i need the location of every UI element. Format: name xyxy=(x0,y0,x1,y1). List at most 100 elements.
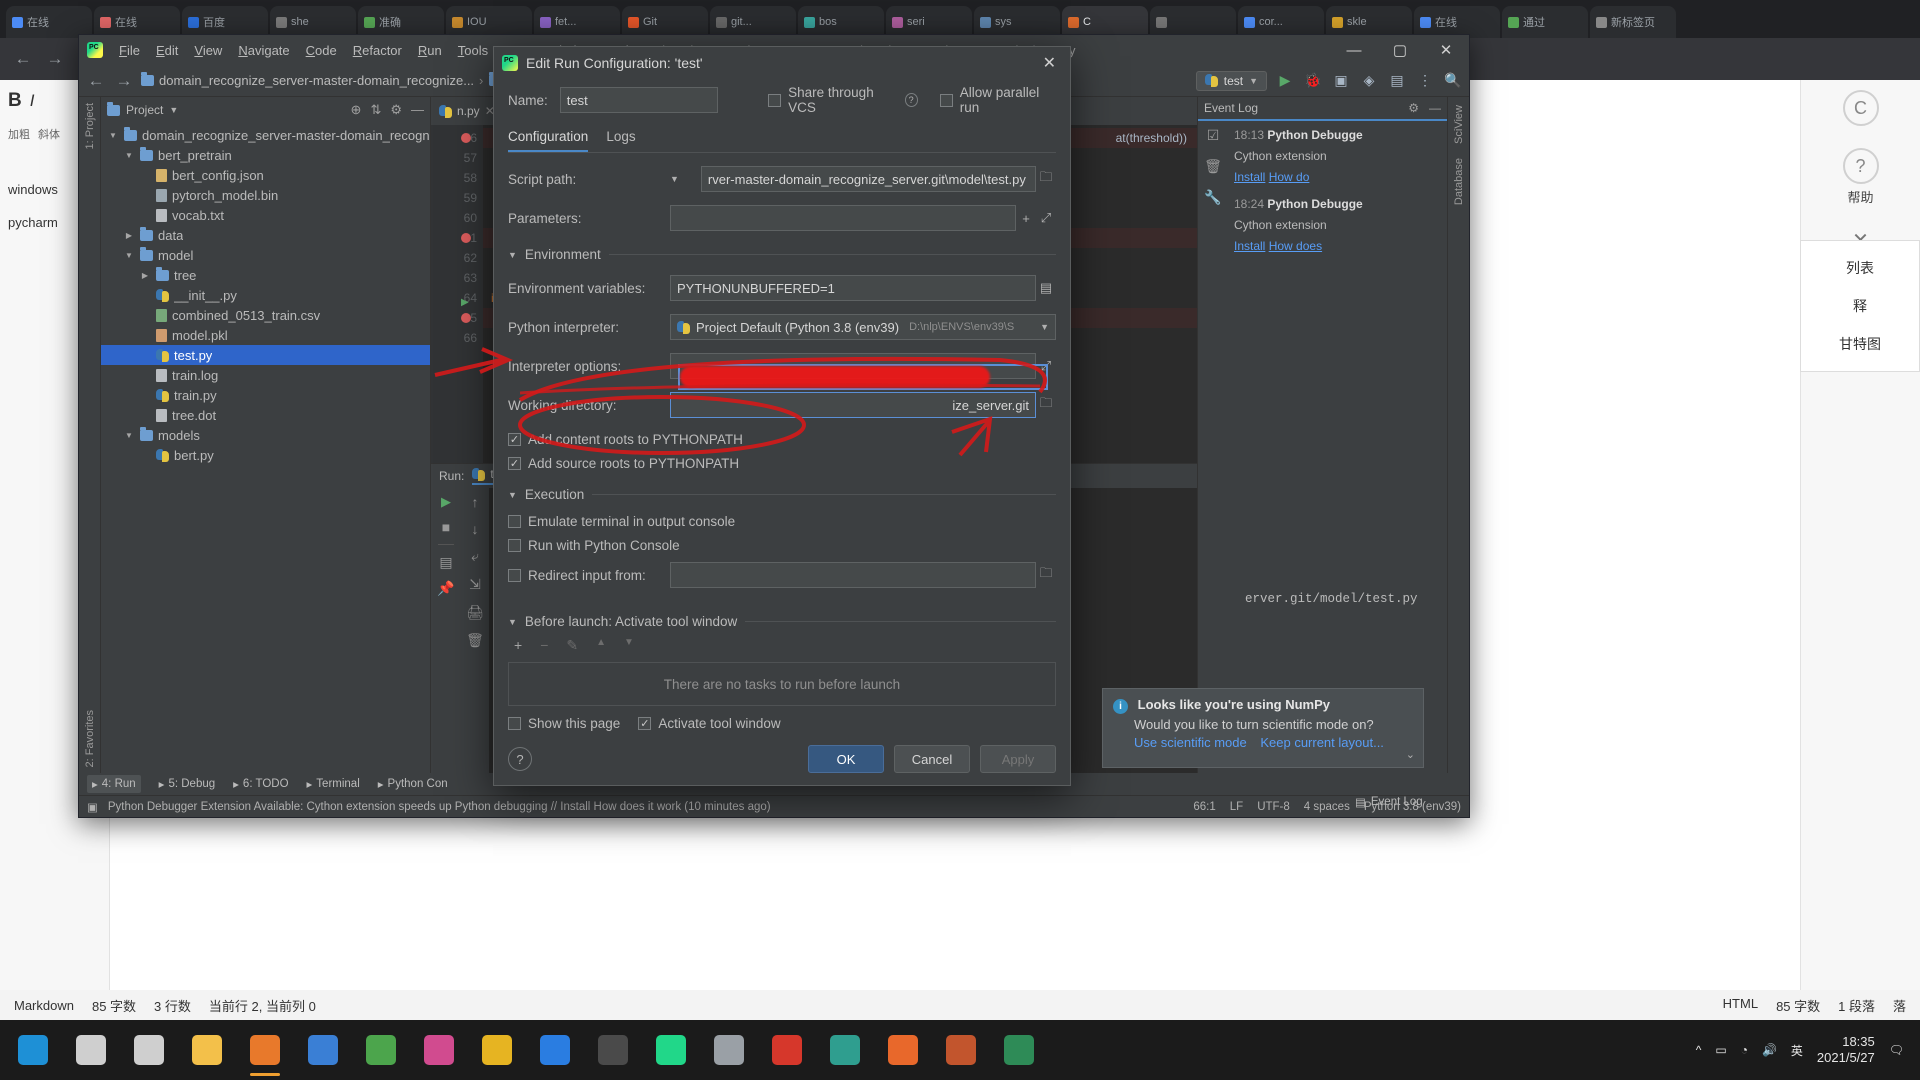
up-icon[interactable]: ↑ xyxy=(472,494,479,510)
tree-item[interactable]: combined_0513_train.csv xyxy=(101,305,430,325)
event-link[interactable]: Install xyxy=(1234,170,1265,184)
taskbar-app-teal[interactable] xyxy=(818,1022,872,1078)
back-icon[interactable]: ← xyxy=(12,49,34,69)
edit-env-icon[interactable]: ▤ xyxy=(1036,275,1056,301)
windows-taskbar[interactable]: ^ ▭ ◔ 🔊 英 18:35 2021/5/27 🗨 xyxy=(0,1020,1920,1080)
activate-tool-window-checkbox[interactable] xyxy=(638,717,651,730)
tree-collapse-icon[interactable]: ▶ xyxy=(123,231,135,240)
gutter-line[interactable]: 59 xyxy=(431,188,483,208)
line-separator[interactable]: LF xyxy=(1230,801,1243,813)
tool-window-button[interactable]: ▸6: TODO xyxy=(233,777,288,791)
tree-item[interactable]: ▼bert_pretrain xyxy=(101,145,430,165)
gutter-line[interactable]: 62 xyxy=(431,248,483,268)
taskbar-firefox[interactable] xyxy=(876,1022,930,1078)
taskbar-zip[interactable] xyxy=(992,1022,1046,1078)
menu-item-edit[interactable]: Edit xyxy=(148,40,186,61)
taskbar-items[interactable] xyxy=(6,1022,1046,1078)
chevron-down-icon[interactable]: ▼ xyxy=(508,617,517,627)
move-down-icon[interactable]: ▼ xyxy=(624,637,634,654)
share-vcs-checkbox[interactable] xyxy=(768,94,781,107)
cancel-button[interactable]: Cancel xyxy=(894,745,970,773)
stop-icon[interactable]: ▤ xyxy=(1387,72,1407,89)
run-actions-toolbar[interactable]: ▶ ■ ▤ 📌 xyxy=(431,488,461,773)
menu-item-tools[interactable]: Tools xyxy=(450,40,496,61)
move-up-icon[interactable]: ▲ xyxy=(596,637,606,654)
event-link[interactable]: Install xyxy=(1234,239,1265,253)
left-tool-strip[interactable]: 1: Project 2: Favorites xyxy=(79,97,101,773)
nav-forward-icon[interactable]: → xyxy=(113,71,135,91)
tool-window-button[interactable]: ▸5: Debug xyxy=(159,777,215,791)
indent-setting[interactable]: 4 spaces xyxy=(1304,801,1350,813)
add-source-roots-checkbox[interactable] xyxy=(508,457,521,470)
browser-tab[interactable]: 通过 xyxy=(1502,6,1588,38)
use-scientific-mode-link[interactable]: Use scientific mode xyxy=(1134,735,1247,750)
chevron-down-icon[interactable]: ▼ xyxy=(508,490,517,500)
sidebar-item-sciview[interactable]: SciView xyxy=(1453,105,1465,144)
tree-item[interactable]: ▼models xyxy=(101,425,430,445)
caret-position[interactable]: 66:1 xyxy=(1193,801,1215,813)
help-icon[interactable]: ? xyxy=(508,747,532,771)
insert-macro-icon[interactable]: + xyxy=(1016,205,1036,231)
taskbar-opera[interactable] xyxy=(760,1022,814,1078)
hide-icon[interactable]: — xyxy=(411,102,424,118)
tree-item[interactable]: ▼model xyxy=(101,245,430,265)
taskbar-search-button[interactable] xyxy=(64,1022,118,1078)
taskbar-app-yellow[interactable] xyxy=(470,1022,524,1078)
gutter-line[interactable]: 63 xyxy=(431,268,483,288)
navbar-actions[interactable]: test ▼ ▶ 🐞 ▣ ◈ ▤ ⋮ 🔍 xyxy=(1196,71,1463,91)
working-directory-input[interactable]: ize_server.git xyxy=(670,392,1036,418)
browse-folder-icon[interactable]: 🗀 xyxy=(1036,562,1056,588)
sidebar-item-favorites[interactable]: 2: Favorites xyxy=(84,710,96,767)
tree-item[interactable]: __init__.py xyxy=(101,285,430,305)
chevron-down-icon[interactable]: ⌄ xyxy=(1406,748,1415,761)
apply-button[interactable]: Apply xyxy=(980,745,1056,773)
gutter-line[interactable]: 56 xyxy=(431,128,483,148)
taskbar-chrome[interactable] xyxy=(354,1022,408,1078)
float-item-1[interactable]: 释 xyxy=(1805,287,1915,325)
tree-expand-icon[interactable]: ▼ xyxy=(123,251,135,260)
environment-section-header[interactable]: ▼ Environment xyxy=(508,247,1056,262)
maximize-button[interactable]: ▢ xyxy=(1377,35,1423,65)
gear-icon[interactable]: ⚙ xyxy=(390,102,402,118)
tree-item[interactable]: vocab.txt xyxy=(101,205,430,225)
float-item-0[interactable]: 列表 xyxy=(1805,249,1915,287)
gutter-line[interactable]: 61 xyxy=(431,228,483,248)
tree-item[interactable]: bert.py xyxy=(101,445,430,465)
working-directory-control[interactable]: ize_server.git 🗀 xyxy=(670,392,1056,418)
taskbar-taskview-button[interactable] xyxy=(122,1022,176,1078)
tool-window-button[interactable]: ▸Python Con xyxy=(378,777,448,791)
menu-item-navigate[interactable]: Navigate xyxy=(230,40,297,61)
print-icon[interactable]: 🖨 xyxy=(466,604,484,621)
tree-item[interactable]: test.py xyxy=(101,345,430,365)
browse-folder-icon[interactable]: 🗀 xyxy=(1036,392,1056,418)
parameters-control[interactable]: + ⤢ xyxy=(670,205,1056,231)
tree-item[interactable]: ▼domain_recognize_server-master-domain_r… xyxy=(101,125,430,145)
forward-icon[interactable]: → xyxy=(44,49,66,69)
taskbar-app-orange[interactable] xyxy=(238,1022,292,1078)
ime-language[interactable]: 英 xyxy=(1791,1042,1803,1059)
nav-back-icon[interactable]: ← xyxy=(85,71,107,91)
remove-task-icon[interactable]: − xyxy=(540,637,548,654)
gutter-line[interactable]: 64▶ xyxy=(431,288,483,308)
show-hidden-icons[interactable]: ^ xyxy=(1696,1043,1702,1057)
minimize-button[interactable]: — xyxy=(1331,35,1377,65)
chevron-down-icon[interactable]: ▼ xyxy=(508,250,517,260)
layout-icon[interactable]: ▤ xyxy=(439,554,452,571)
gutter-line[interactable]: 65 xyxy=(431,308,483,328)
rerun-icon[interactable]: ▶ xyxy=(441,494,451,510)
allow-parallel-checkbox[interactable] xyxy=(940,94,953,107)
menu-item-code[interactable]: Code xyxy=(298,40,345,61)
event-log-button[interactable]: ▤ Event Log xyxy=(1355,795,1423,809)
network-icon[interactable]: ◔ xyxy=(1741,1043,1748,1057)
add-task-icon[interactable]: + xyxy=(514,637,522,654)
before-launch-section-header[interactable]: ▼ Before launch: Activate tool window xyxy=(508,614,1056,629)
project-file-tree[interactable]: ▼domain_recognize_server-master-domain_r… xyxy=(101,123,430,773)
parameters-input[interactable] xyxy=(670,205,1016,231)
coverage-icon[interactable]: ▣ xyxy=(1331,72,1351,89)
keep-current-layout-link[interactable]: Keep current layout... xyxy=(1260,735,1384,750)
help-icon[interactable]: ? xyxy=(905,93,918,107)
tree-expand-icon[interactable]: ▼ xyxy=(123,431,135,440)
event-log-actions[interactable]: ⚙ — xyxy=(1408,101,1441,115)
tree-item[interactable]: tree.dot xyxy=(101,405,430,425)
python-interpreter-select[interactable]: Project Default (Python 3.8 (env39) D:\n… xyxy=(670,314,1056,340)
